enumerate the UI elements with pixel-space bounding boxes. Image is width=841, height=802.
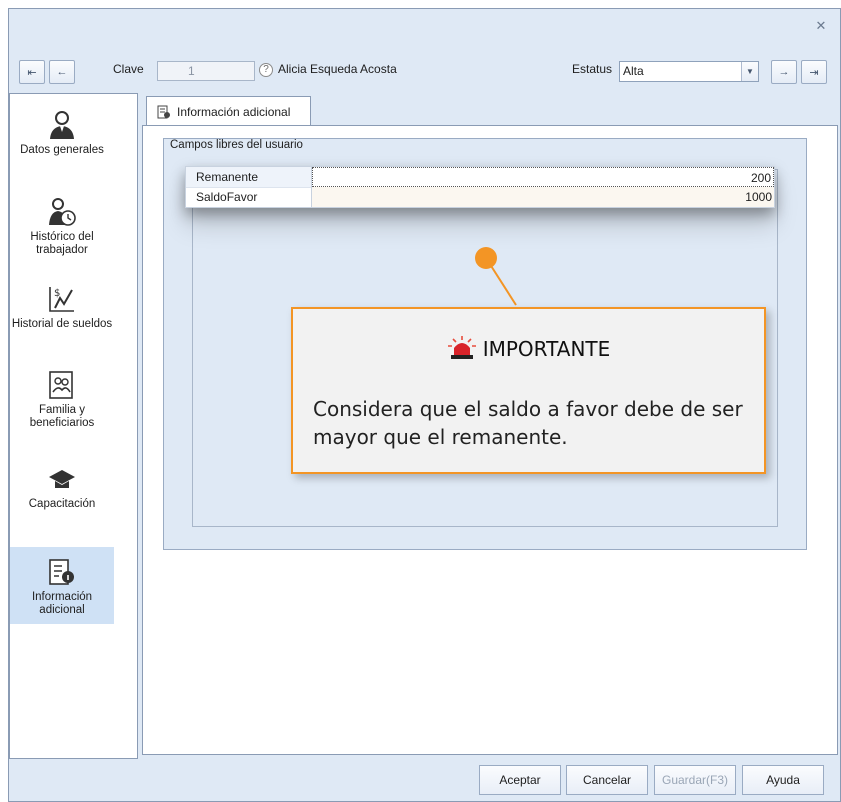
callout-marker-dot	[475, 247, 497, 269]
callout-title: IMPORTANTE	[293, 335, 764, 361]
sidebar-item-historial-sueldos[interactable]: $ Historial de sueldos	[10, 284, 114, 331]
sidebar-item-label: Histórico del trabajador	[30, 231, 94, 256]
sidebar-item-familia[interactable]: Familia y beneficiarios	[10, 370, 114, 430]
previous-record-button[interactable]: ←	[49, 60, 75, 84]
tab-label: Información adicional	[177, 104, 291, 119]
field-value-input[interactable]: 1000	[312, 187, 774, 207]
table-row[interactable]: SaldoFavor 1000	[186, 187, 774, 207]
custom-fields-grid: Remanente 200 SaldoFavor 1000	[185, 166, 775, 208]
field-name: SaldoFavor	[186, 187, 312, 207]
person-icon	[50, 111, 74, 139]
table-row[interactable]: Remanente 200	[186, 167, 774, 188]
siren-icon	[447, 336, 476, 359]
estatus-dropdown[interactable]: Alta ▼	[619, 61, 759, 82]
guardar-button: Guardar(F3)	[654, 765, 736, 795]
clave-label: Clave	[113, 62, 144, 76]
sidebar-item-informacion-adicional[interactable]: Información adicional	[10, 547, 114, 624]
estatus-value: Alta	[623, 64, 644, 78]
last-arrow-icon: ⇥	[809, 66, 819, 79]
estatus-label: Estatus	[572, 62, 613, 76]
last-record-button[interactable]: ⇥	[801, 60, 827, 84]
sidebar-item-label: Familia y beneficiarios	[29, 404, 95, 429]
info-tab-icon	[157, 105, 170, 118]
sidebar-item-capacitacion[interactable]: Capacitación	[10, 464, 114, 511]
graduation-cap-icon	[49, 470, 75, 488]
left-arrow-icon: ←	[56, 66, 68, 78]
dialog-buttons: Aceptar Cancelar Guardar(F3) Ayuda	[9, 765, 840, 801]
tab-informacion-adicional[interactable]: Información adicional	[146, 96, 311, 126]
important-callout: IMPORTANTE Considera que el saldo a favo…	[291, 307, 766, 474]
info-document-icon	[49, 559, 74, 585]
svg-text:$: $	[54, 288, 60, 299]
sidebar-item-label: Información adicional	[31, 591, 93, 616]
field-value-input[interactable]: 200	[312, 167, 774, 187]
close-icon[interactable]: ✕	[812, 17, 830, 35]
next-record-button[interactable]: →	[771, 60, 797, 84]
record-toolbar: ⇤ ← Clave 1 ? Alicia Esqueda Acosta Esta…	[9, 45, 840, 95]
sidebar-item-label: Historial de sueldos	[11, 318, 113, 330]
person-clock-icon	[49, 198, 76, 226]
chevron-down-icon[interactable]: ▼	[741, 62, 758, 81]
sidebar-item-label: Capacitación	[28, 498, 96, 510]
right-arrow-icon: →	[778, 66, 790, 78]
ayuda-button[interactable]: Ayuda	[742, 765, 824, 795]
title-bar: ✕	[9, 9, 840, 45]
clave-field[interactable]: 1	[157, 61, 255, 81]
sidebar-item-historico[interactable]: Histórico del trabajador	[10, 197, 114, 257]
aceptar-button[interactable]: Aceptar	[479, 765, 561, 795]
family-icon	[49, 371, 73, 399]
callout-title-text: IMPORTANTE	[482, 337, 611, 361]
first-record-button[interactable]: ⇤	[19, 60, 45, 84]
sidebar-item-label: Datos generales	[20, 144, 104, 156]
cancelar-button[interactable]: Cancelar	[566, 765, 648, 795]
callout-text: Considera que el saldo a favor debe de s…	[313, 397, 743, 449]
employee-name: Alicia Esqueda Acosta	[278, 62, 397, 76]
sidebar-item-datos-generales[interactable]: Datos generales	[10, 110, 114, 157]
help-icon[interactable]: ?	[259, 63, 273, 77]
first-arrow-icon: ⇤	[27, 66, 37, 79]
salary-chart-icon: $	[49, 287, 74, 312]
field-name: Remanente	[186, 167, 312, 187]
sidebar: Datos generales Histórico del trabajador…	[9, 93, 138, 759]
group-title: Campos libres del usuario	[170, 139, 303, 151]
